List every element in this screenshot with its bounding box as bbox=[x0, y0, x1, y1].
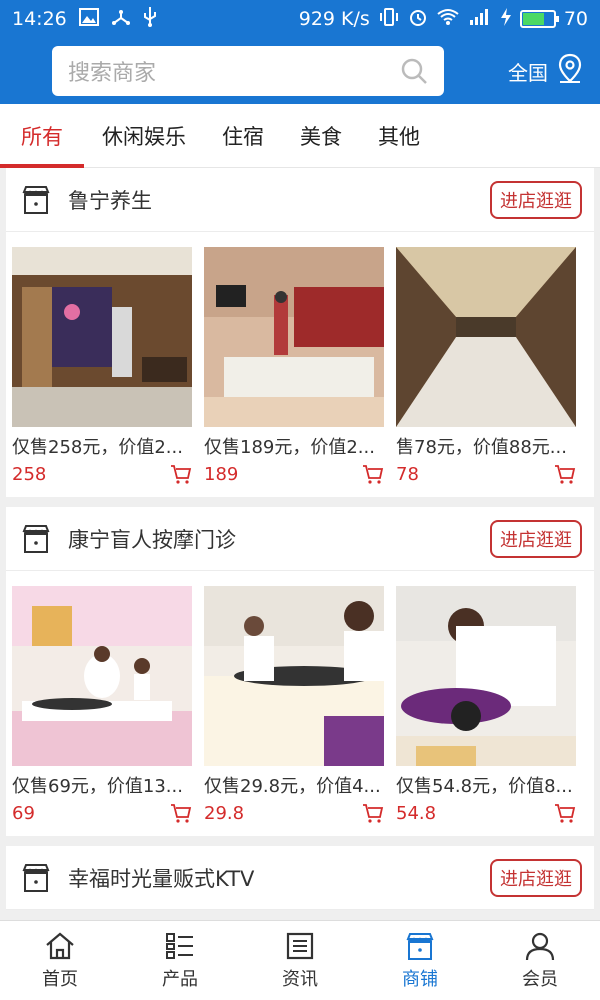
battery-icon bbox=[519, 10, 559, 28]
region-label: 全国 bbox=[508, 60, 548, 85]
bottom-nav: 首页 产品 资讯 商铺 会员 bbox=[0, 920, 600, 1000]
tab-other[interactable]: 其他 bbox=[360, 104, 438, 168]
store-header[interactable]: 幸福时光量贩式KTV 进店逛逛 bbox=[6, 846, 594, 910]
cart-icon[interactable] bbox=[170, 802, 192, 824]
cart-icon[interactable] bbox=[170, 463, 192, 485]
product-card[interactable]: 仅售258元，价值2... 258 bbox=[12, 247, 192, 485]
product-desc: 仅售29.8元，价值4... bbox=[204, 776, 381, 797]
shop-icon bbox=[406, 932, 434, 960]
product-image[interactable] bbox=[12, 247, 192, 427]
nav-member-label: 会员 bbox=[522, 968, 558, 990]
product-price: 258 bbox=[12, 463, 47, 485]
product-card[interactable]: 仅售29.8元，价值4... 29.8 bbox=[204, 586, 384, 824]
cart-icon[interactable] bbox=[362, 802, 384, 824]
battery-level: 70 bbox=[563, 8, 588, 30]
user-icon bbox=[525, 932, 555, 960]
product-price: 69 bbox=[12, 802, 35, 824]
nav-news[interactable]: 资讯 bbox=[240, 921, 360, 1000]
tab-all[interactable]: 所有 bbox=[0, 104, 84, 168]
charging-icon bbox=[500, 8, 512, 30]
category-tabs: 所有 休闲娱乐 住宿 美食 其他 bbox=[0, 104, 600, 168]
status-bar: 14:26 929 K/s 70 bbox=[0, 0, 600, 38]
tab-food[interactable]: 美食 bbox=[282, 104, 360, 168]
location-pin-icon bbox=[556, 53, 584, 90]
usb-icon bbox=[143, 7, 157, 31]
product-desc: 仅售189元，价值2... bbox=[204, 437, 375, 458]
product-image[interactable] bbox=[396, 247, 576, 427]
search-icon[interactable] bbox=[400, 57, 428, 85]
product-image[interactable] bbox=[204, 586, 384, 766]
product-desc: 仅售258元，价值2... bbox=[12, 437, 183, 458]
share-icon bbox=[111, 8, 131, 30]
store-name: 康宁盲人按摩门诊 bbox=[68, 527, 236, 552]
store-card: 康宁盲人按摩门诊 进店逛逛 仅售69元，价值13... 69 仅售29.8元，价… bbox=[6, 507, 594, 836]
vibrate-icon bbox=[378, 8, 400, 30]
nav-products[interactable]: 产品 bbox=[120, 921, 240, 1000]
store-header[interactable]: 鲁宁养生 进店逛逛 bbox=[6, 168, 594, 232]
product-card[interactable]: 仅售54.8元，价值8... 54.8 bbox=[396, 586, 576, 824]
cart-icon[interactable] bbox=[554, 463, 576, 485]
signal-icon bbox=[468, 8, 492, 30]
store-header[interactable]: 康宁盲人按摩门诊 进店逛逛 bbox=[6, 507, 594, 571]
product-row: 仅售258元，价值2... 258 仅售189元，价值2... 189 售78元… bbox=[6, 232, 594, 497]
nav-home-label: 首页 bbox=[42, 968, 78, 990]
store-icon bbox=[22, 863, 50, 892]
app-header: 搜索商家 全国 bbox=[0, 38, 600, 104]
nav-home[interactable]: 首页 bbox=[0, 921, 120, 1000]
nav-shops-label: 商铺 bbox=[402, 968, 438, 990]
product-price: 189 bbox=[204, 463, 239, 485]
visit-store-button[interactable]: 进店逛逛 bbox=[490, 519, 582, 558]
tab-lodging[interactable]: 住宿 bbox=[204, 104, 282, 168]
product-price: 54.8 bbox=[396, 802, 437, 824]
cart-icon[interactable] bbox=[554, 802, 576, 824]
store-icon bbox=[22, 524, 50, 553]
visit-store-button[interactable]: 进店逛逛 bbox=[490, 180, 582, 219]
store-card: 鲁宁养生 进店逛逛 仅售258元，价值2... 258 仅售189元，价值2..… bbox=[6, 168, 594, 497]
store-name: 鲁宁养生 bbox=[68, 188, 152, 213]
alarm-icon bbox=[408, 7, 428, 31]
store-name: 幸福时光量贩式KTV bbox=[68, 866, 255, 891]
nav-news-label: 资讯 bbox=[282, 968, 318, 990]
product-desc: 仅售69元，价值13... bbox=[12, 776, 183, 797]
list-icon bbox=[166, 932, 193, 959]
store-list[interactable]: 鲁宁养生 进店逛逛 仅售258元，价值2... 258 仅售189元，价值2..… bbox=[0, 168, 600, 920]
network-speed: 929 K/s bbox=[298, 8, 370, 30]
search-placeholder: 搜索商家 bbox=[68, 61, 157, 86]
status-time: 14:26 bbox=[12, 8, 67, 30]
region-selector[interactable]: 全国 bbox=[508, 53, 584, 90]
product-price: 78 bbox=[396, 463, 419, 485]
image-icon bbox=[78, 8, 99, 30]
visit-store-button[interactable]: 进店逛逛 bbox=[490, 858, 582, 897]
news-icon bbox=[286, 932, 314, 959]
product-image[interactable] bbox=[12, 586, 192, 766]
store-icon bbox=[22, 185, 50, 214]
product-desc: 售78元，价值88元... bbox=[396, 437, 567, 458]
product-desc: 仅售54.8元，价值8... bbox=[396, 776, 573, 797]
product-image[interactable] bbox=[396, 586, 576, 766]
wifi-icon bbox=[436, 8, 460, 30]
nav-shops[interactable]: 商铺 bbox=[360, 921, 480, 1000]
product-row: 仅售69元，价值13... 69 仅售29.8元，价值4... 29.8 仅售5… bbox=[6, 571, 594, 836]
product-card[interactable]: 仅售189元，价值2... 189 bbox=[204, 247, 384, 485]
product-image[interactable] bbox=[204, 247, 384, 427]
store-card: 幸福时光量贩式KTV 进店逛逛 bbox=[6, 846, 594, 910]
product-price: 29.8 bbox=[204, 802, 245, 824]
home-icon bbox=[46, 932, 74, 959]
product-card[interactable]: 仅售69元，价值13... 69 bbox=[12, 586, 192, 824]
cart-icon[interactable] bbox=[362, 463, 384, 485]
nav-member[interactable]: 会员 bbox=[480, 921, 600, 1000]
nav-products-label: 产品 bbox=[162, 968, 198, 990]
tab-leisure[interactable]: 休闲娱乐 bbox=[84, 104, 204, 168]
product-card[interactable]: 售78元，价值88元... 78 bbox=[396, 247, 576, 485]
search-input[interactable]: 搜索商家 bbox=[52, 46, 444, 96]
